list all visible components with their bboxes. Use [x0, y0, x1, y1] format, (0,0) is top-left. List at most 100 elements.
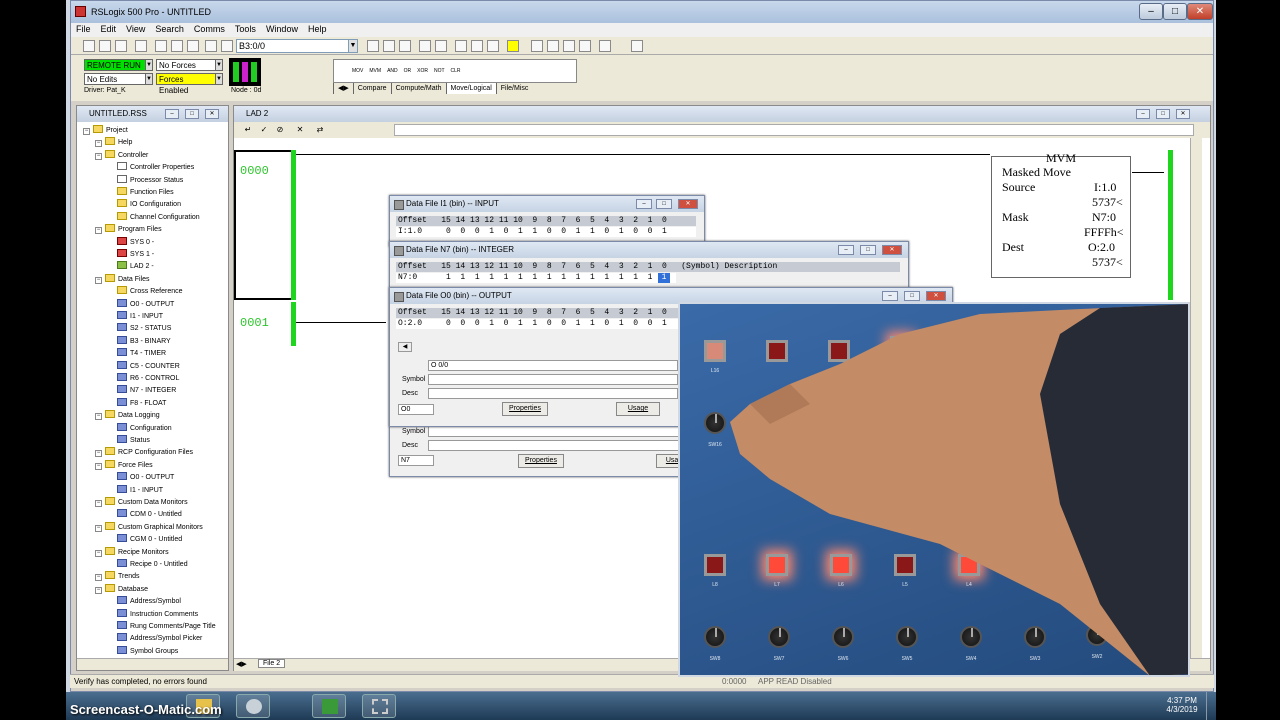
mvm-source-address[interactable]: I:1.0: [1094, 180, 1116, 195]
ladder-window-title[interactable]: LAD 2: [234, 106, 1210, 122]
scroll-left-icon[interactable]: ◀▶: [236, 660, 247, 668]
maximize-icon[interactable]: □: [1156, 109, 1170, 119]
expand-collapse-icon[interactable]: −: [95, 586, 102, 594]
tree-item[interactable]: T4 - TIMER: [107, 348, 166, 359]
output-radix-field[interactable]: O0: [398, 404, 434, 415]
tab-file-2[interactable]: File 2: [258, 659, 286, 668]
undo-icon[interactable]: [205, 40, 217, 52]
instr-mvm[interactable]: MVM: [369, 68, 381, 74]
chevron-down-icon[interactable]: ▼: [348, 39, 358, 53]
expand-collapse-icon[interactable]: −: [95, 227, 102, 235]
instr-not[interactable]: NOT: [434, 68, 445, 74]
tree-item[interactable]: O0 - OUTPUT: [107, 472, 174, 483]
taskbar-rslogix[interactable]: [312, 694, 346, 718]
verify-file-icon[interactable]: [419, 40, 431, 52]
address-combo[interactable]: B3:0/0: [236, 39, 358, 53]
tree-item[interactable]: Processor Status: [107, 174, 183, 186]
forces-enabled-status[interactable]: Forces Enabled: [156, 73, 216, 95]
tab-file-misc[interactable]: File/Misc: [495, 83, 533, 94]
delete-rung-icon[interactable]: ✕: [294, 125, 306, 137]
minimize-icon[interactable]: –: [882, 291, 898, 301]
integer-bit-row[interactable]: N7:0 1 1 1 1 1 1 1 1 1 1 1 1 1 1 1: [396, 273, 676, 283]
expand-collapse-icon[interactable]: −: [83, 128, 90, 135]
integer-radix-field[interactable]: N7: [398, 455, 434, 466]
chevron-down-icon[interactable]: ▼: [145, 59, 153, 71]
tree-item[interactable]: Address/Symbol Picker: [107, 633, 202, 644]
mvm-mask-address[interactable]: N7:0: [1092, 210, 1116, 225]
integer-properties-button[interactable]: Properties: [518, 454, 564, 468]
output-symbol-field[interactable]: [428, 374, 678, 385]
cancel-rung-icon[interactable]: ⊘: [274, 125, 286, 137]
tree-item[interactable]: Recipe 0 - Untitled: [107, 559, 188, 570]
output-bit-row[interactable]: O:2.0 0 0 0 1 0 1 1 0 0 1 1 0 1 0 0 1: [396, 319, 682, 329]
rung-number-0[interactable]: 0000: [240, 164, 269, 178]
menu-window[interactable]: Window: [261, 23, 303, 35]
menu-view[interactable]: View: [121, 23, 150, 35]
menu-tools[interactable]: Tools: [230, 23, 261, 35]
tree-item[interactable]: Rung Comments/Page Title: [107, 621, 216, 632]
tree-item[interactable]: I1 - INPUT: [107, 484, 163, 496]
accept-rung-icon[interactable]: ✓: [258, 125, 270, 137]
tree-item[interactable]: R6 - CONTROL: [107, 373, 179, 384]
search-next-icon[interactable]: [383, 40, 395, 52]
selected-bit-cell[interactable]: 1: [658, 273, 670, 283]
expand-collapse-icon[interactable]: −: [95, 413, 102, 421]
output-usage-button[interactable]: Usage: [616, 402, 660, 416]
ladder-vscrollbar[interactable]: [1190, 138, 1202, 658]
scroll-left-icon[interactable]: ◀: [398, 342, 412, 352]
tree-item[interactable]: − Trends: [95, 571, 140, 582]
tree-item[interactable]: − Recipe Monitors: [95, 546, 169, 558]
tree-item[interactable]: CDM 0 - Untitled: [107, 509, 182, 520]
instr-xor[interactable]: XOR: [417, 68, 428, 74]
tree-item[interactable]: Controller Properties: [107, 162, 194, 173]
minimize-icon[interactable]: –: [1136, 109, 1150, 119]
instr-mov[interactable]: MOV: [352, 68, 363, 74]
tree-item[interactable]: Cross Reference: [107, 286, 183, 297]
close-icon[interactable]: ✕: [1187, 3, 1213, 20]
integer-window-title[interactable]: Data File N7 (bin) -- INTEGER: [390, 242, 908, 258]
tab-scroll-icon[interactable]: ◀▶: [333, 83, 353, 94]
maximize-icon[interactable]: □: [860, 245, 876, 255]
tree-item[interactable]: B3 - BINARY: [107, 335, 171, 347]
tree-item[interactable]: Symbol Groups: [107, 645, 178, 657]
tree-item[interactable]: S2 - STATUS: [107, 323, 171, 334]
tab-move-logical[interactable]: Move/Logical: [445, 83, 496, 94]
paste-icon[interactable]: [187, 40, 199, 52]
redo-icon[interactable]: [221, 40, 233, 52]
output-desc-field[interactable]: [428, 388, 678, 399]
expand-collapse-icon[interactable]: −: [95, 549, 102, 557]
tree-item[interactable]: − Custom Data Monitors: [95, 497, 188, 508]
edit-icon[interactable]: [547, 40, 559, 52]
expand-collapse-icon[interactable]: −: [95, 276, 102, 284]
minimize-icon[interactable]: –: [838, 245, 854, 255]
tree-item[interactable]: SYS 1 -: [107, 249, 154, 260]
close-icon[interactable]: ✕: [1176, 109, 1190, 119]
chevron-down-icon[interactable]: ▼: [215, 59, 223, 71]
show-desktop-button[interactable]: [1206, 692, 1216, 720]
tree-item[interactable]: − RCP Configuration Files: [95, 447, 193, 458]
taskbar-network[interactable]: [236, 694, 270, 718]
window-icon[interactable]: [487, 40, 499, 52]
minimize-icon[interactable]: –: [165, 109, 179, 119]
zoom-out-icon[interactable]: [471, 40, 483, 52]
edits-status[interactable]: No Edits: [84, 73, 146, 85]
open-icon[interactable]: [99, 40, 111, 52]
save-icon[interactable]: [115, 40, 127, 52]
tab-compute-math[interactable]: Compute/Math: [390, 83, 446, 94]
tree-item[interactable]: Instruction Comments: [107, 608, 198, 620]
maximize-icon[interactable]: □: [656, 199, 672, 209]
menu-edit[interactable]: Edit: [96, 23, 122, 35]
tree-item[interactable]: − Help: [95, 137, 132, 148]
tree-item[interactable]: − Program Files: [95, 224, 162, 235]
run-icon[interactable]: [531, 40, 543, 52]
tree-item[interactable]: I1 - INPUT: [107, 311, 163, 322]
tree-item[interactable]: C5 - COUNTER: [107, 360, 180, 372]
taskbar-capture[interactable]: [362, 694, 396, 718]
menu-search[interactable]: Search: [150, 23, 189, 35]
tab-compare[interactable]: Compare: [352, 83, 391, 94]
new-icon[interactable]: [83, 40, 95, 52]
expand-collapse-icon[interactable]: −: [95, 462, 102, 470]
close-icon[interactable]: ✕: [205, 109, 219, 119]
tree-item[interactable]: Status: [107, 435, 150, 446]
menu-comms[interactable]: Comms: [189, 23, 230, 35]
